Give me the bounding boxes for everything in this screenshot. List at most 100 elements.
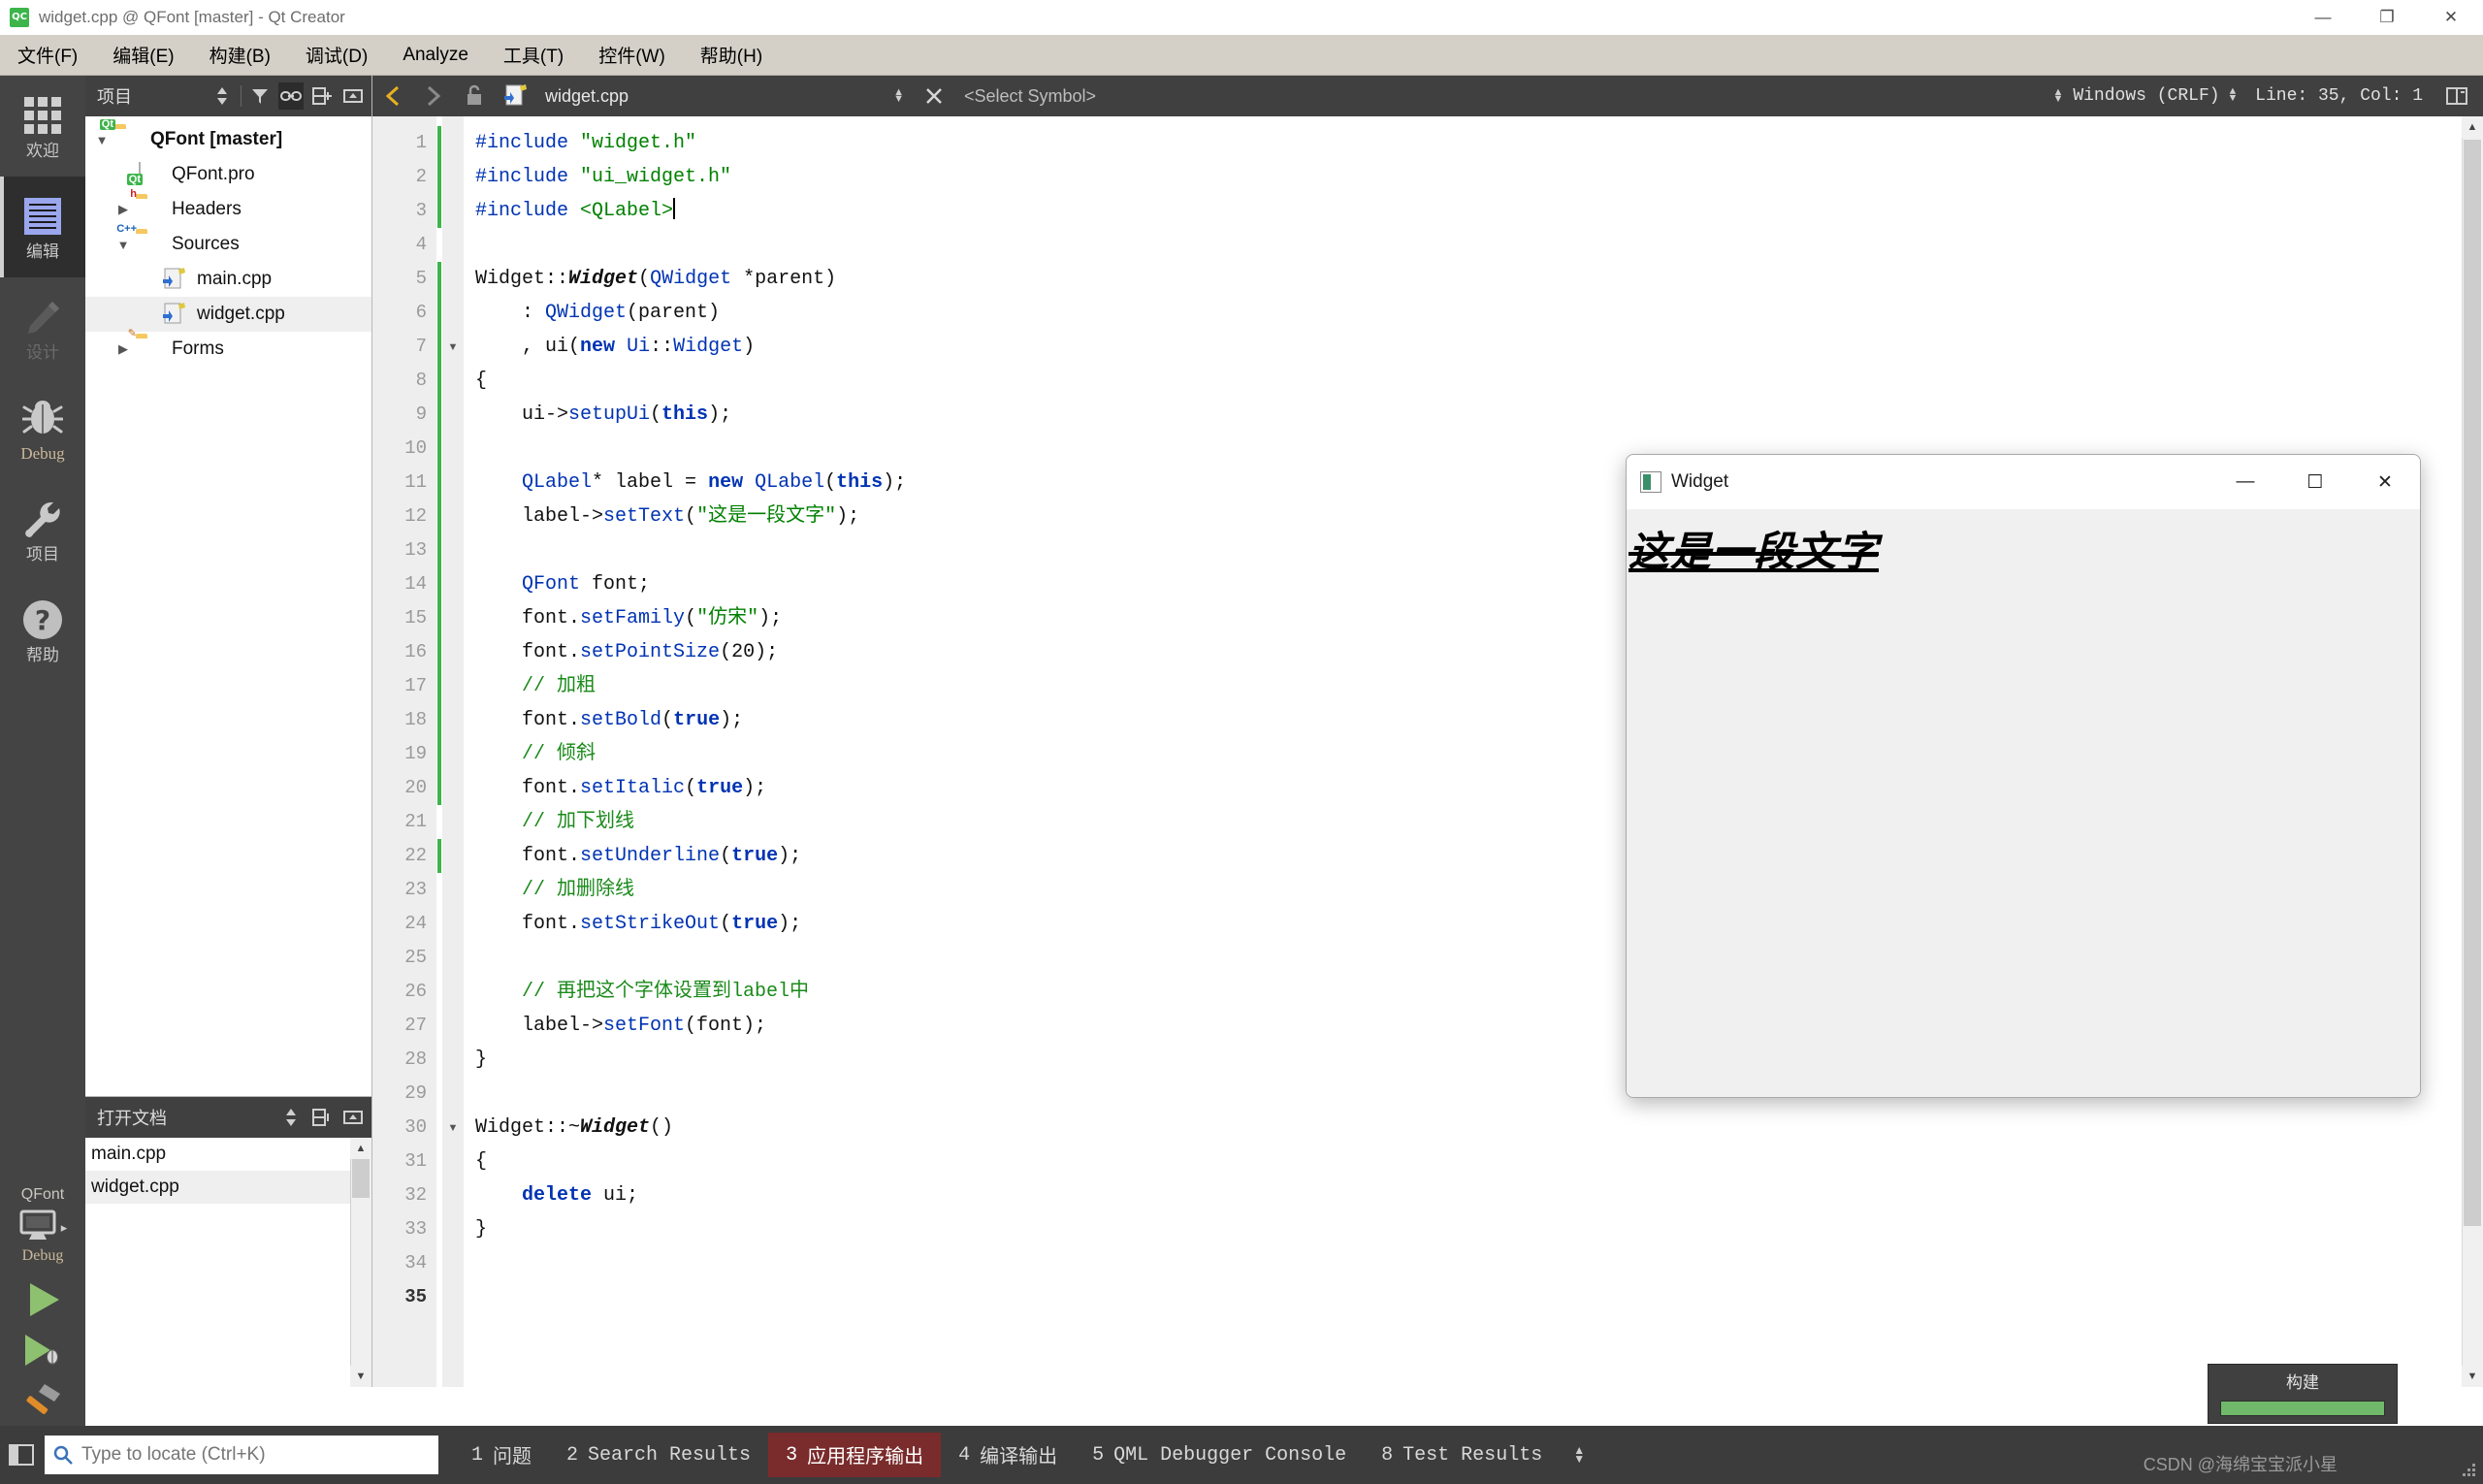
mode-help[interactable]: ? 帮助 — [0, 580, 85, 681]
expander-icon[interactable]: ▼ — [89, 133, 114, 147]
navigate-forward-button[interactable] — [417, 80, 450, 113]
scrollbar-thumb[interactable] — [2464, 140, 2481, 1226]
menu-build[interactable]: 构建(B) — [192, 38, 288, 72]
expander-icon[interactable]: ▼ — [111, 238, 136, 252]
panel-toggle-icon[interactable] — [0, 1426, 43, 1484]
minimize-button[interactable]: — — [2291, 0, 2355, 35]
list-item[interactable]: main.cpp — [85, 1138, 371, 1171]
mode-edit[interactable]: 编辑 — [0, 177, 85, 277]
expander-icon[interactable]: ▶ — [111, 341, 136, 357]
pane-issues[interactable]: 1 问题 — [454, 1433, 549, 1477]
code-line: Widget::~Widget() — [475, 1116, 674, 1139]
mode-debug[interactable]: Debug — [0, 378, 85, 479]
encoding-label: Windows (CRLF) — [2073, 86, 2220, 106]
sort-filter-icon[interactable] — [210, 82, 235, 110]
pane-number: 3 — [786, 1443, 798, 1467]
menu-debug[interactable]: 调试(D) — [288, 38, 385, 72]
run-button[interactable] — [0, 1274, 85, 1325]
code-line: ui->setupUi(this); — [475, 403, 732, 426]
menu-file[interactable]: 文件(F) — [0, 38, 95, 72]
pane-test-results[interactable]: 8 Test Results — [1364, 1436, 1560, 1474]
pane-application-output[interactable]: 3 应用程序输出 — [768, 1433, 942, 1477]
fold-marker-icon[interactable]: ▼ — [446, 1111, 460, 1145]
close-document-button[interactable] — [918, 80, 951, 113]
split-editor-icon[interactable] — [2440, 80, 2473, 113]
tree-row[interactable]: Qt QFont.pro — [85, 157, 371, 192]
maximize-button[interactable]: ❐ — [2355, 0, 2419, 35]
symbol-combo[interactable]: <Select Symbol> ▲ ▼ — [954, 86, 2073, 107]
mode-welcome[interactable]: 欢迎 — [0, 76, 85, 177]
expander-icon[interactable]: ▶ — [111, 202, 136, 217]
split-icon[interactable] — [309, 1104, 335, 1131]
line-number: 31 — [404, 1150, 427, 1172]
widget-preview-window[interactable]: Widget — ☐ ✕ 这是一段文字 — [1626, 454, 2421, 1098]
line-number: 26 — [404, 981, 427, 1002]
chevron-updown-icon[interactable]: ▲ ▼ — [893, 87, 904, 105]
scrollbar-thumb[interactable] — [352, 1159, 370, 1198]
project-panel-header: 项目 — [85, 76, 371, 116]
line-number: 19 — [404, 743, 427, 764]
chevron-updown-icon[interactable]: ▲ ▼ — [2230, 87, 2237, 105]
tree-row[interactable]: ▶ ✎ Forms — [85, 329, 371, 367]
debug-button[interactable] — [0, 1325, 85, 1375]
kit-selector[interactable]: QFont ▸ Debug — [0, 1180, 85, 1274]
line-number: 20 — [404, 777, 427, 798]
pane-chevron-updown-icon[interactable]: ▲ ▼ — [1573, 1444, 1585, 1465]
menu-edit[interactable]: 编辑(E) — [95, 38, 191, 72]
widget-maximize-button[interactable]: ☐ — [2280, 455, 2350, 509]
fold-column[interactable]: ▼ ▼ — [442, 116, 464, 1387]
list-item[interactable]: widget.cpp — [85, 1171, 371, 1204]
folder-cpp-icon: C++ — [116, 223, 137, 235]
close-button[interactable]: ✕ — [2419, 0, 2483, 35]
build-button[interactable] — [0, 1375, 85, 1426]
widget-minimize-button[interactable]: — — [2210, 455, 2280, 509]
locator[interactable] — [45, 1436, 438, 1474]
tree-row[interactable]: main.cpp — [85, 262, 371, 297]
search-input[interactable] — [81, 1444, 431, 1466]
tree-row[interactable]: ▼ Qt QFont [master] — [85, 119, 371, 157]
encoding-combo[interactable]: Windows (CRLF) ▲ ▼ — [2073, 86, 2241, 106]
menu-tools[interactable]: 工具(T) — [486, 38, 581, 72]
pane-label: QML Debugger Console — [1113, 1443, 1347, 1467]
editor-scrollbar[interactable]: ▲ ▼ — [2462, 116, 2483, 1387]
scroll-up-icon[interactable]: ▲ — [2462, 116, 2483, 138]
question-mark-icon: ? — [20, 597, 65, 642]
project-panel: 项目 ▼ Qt QFont [master] Qt QFont.pro ▶ h … — [85, 76, 372, 1387]
fold-marker-icon[interactable]: ▼ — [446, 330, 460, 364]
menu-widgets[interactable]: 控件(W) — [581, 38, 683, 72]
pane-search-results[interactable]: 2 Search Results — [549, 1436, 768, 1474]
sort-filter-icon[interactable] — [278, 1104, 304, 1131]
link-icon[interactable] — [278, 82, 304, 110]
resize-grip-icon[interactable] — [2460, 1461, 2477, 1478]
navigate-back-button[interactable] — [376, 80, 409, 113]
line-number: 34 — [404, 1252, 427, 1274]
open-file-combo[interactable]: widget.cpp ▲ ▼ — [535, 80, 914, 113]
line-number: 11 — [404, 471, 427, 493]
pane-number: 2 — [566, 1443, 579, 1467]
code-line: : QWidget(parent) — [475, 302, 721, 324]
scroll-down-icon[interactable]: ▼ — [2462, 1366, 2483, 1387]
scroll-down-icon[interactable]: ▼ — [350, 1366, 371, 1387]
menu-help[interactable]: 帮助(H) — [683, 38, 780, 72]
chevron-updown-icon[interactable]: ▲ ▼ — [2052, 87, 2063, 105]
tree-row[interactable]: widget.cpp — [85, 297, 371, 332]
menu-analyze[interactable]: Analyze — [385, 41, 486, 70]
split-icon[interactable] — [309, 82, 335, 110]
collapse-icon[interactable] — [340, 82, 366, 110]
tree-row[interactable]: ▼ C++ Sources — [85, 223, 371, 262]
mode-design[interactable]: 设计 — [0, 277, 85, 378]
mode-projects[interactable]: 项目 — [0, 479, 85, 580]
pane-compile-output[interactable]: 4 编译输出 — [941, 1433, 1075, 1477]
search-icon — [52, 1444, 74, 1466]
open-documents-scrollbar[interactable]: ▲ ▼ — [350, 1138, 371, 1387]
scroll-up-icon[interactable]: ▲ — [350, 1138, 371, 1159]
unlocked-icon[interactable] — [458, 80, 491, 113]
widget-close-button[interactable]: ✕ — [2350, 455, 2420, 509]
kit-chevron-icon: ▸ — [60, 1219, 68, 1235]
line-column-indicator: Line: 35, Col: 1 — [2255, 86, 2423, 106]
tree-row[interactable]: ▶ h Headers — [85, 189, 371, 227]
pane-qml-debugger-console[interactable]: 5 QML Debugger Console — [1075, 1436, 1364, 1474]
collapse-icon[interactable] — [340, 1104, 366, 1131]
monitor-icon — [18, 1210, 57, 1245]
filter-icon[interactable] — [247, 82, 273, 110]
